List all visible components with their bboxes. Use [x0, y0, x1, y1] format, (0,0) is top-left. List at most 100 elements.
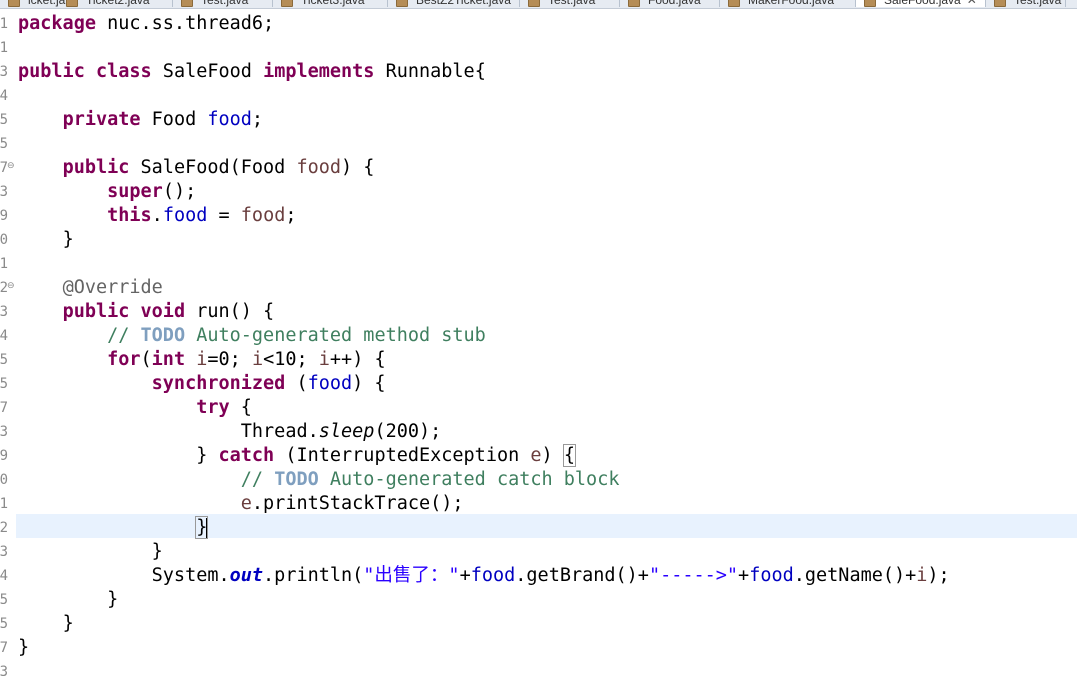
code-line-23[interactable]: }: [18, 540, 163, 564]
keyword: implements: [263, 61, 375, 82]
code-text: (: [285, 373, 308, 394]
java-file-icon: [628, 0, 640, 7]
local-var: i: [251, 349, 264, 370]
code-line-27[interactable]: }: [18, 636, 29, 660]
editor-tab[interactable]: BestZ2Ticket.java: [388, 0, 520, 7]
tab-label: SaleFood.java: [884, 0, 961, 7]
keyword: try: [196, 397, 230, 418]
line-number: 1: [0, 496, 8, 512]
code-text: ): [541, 445, 564, 466]
editor-tab[interactable]: SaleFood.java ✕: [856, 0, 986, 7]
code-text: System.: [151, 565, 230, 586]
code-line-9[interactable]: this.food = food;: [18, 204, 297, 228]
code-editor[interactable]: 1 1 3 4 5 5 7 3 9 0 1 2 3 4 5 5 7 3 9 0 1 2 3 4 5 5 7 3 ⊖ ⊖ package n…: [0, 0, 1077, 698]
code-line-18[interactable]: Thread.sleep(200);: [18, 420, 442, 444]
code-line-25[interactable]: }: [18, 588, 118, 612]
code-line-10[interactable]: }: [18, 228, 74, 252]
fold-toggle-icon[interactable]: ⊖: [7, 282, 15, 291]
keyword: public: [62, 157, 130, 178]
line-number: 3: [0, 304, 8, 320]
code-line-16[interactable]: synchronized (food) {: [18, 372, 386, 396]
editor-tab[interactable]: Ticket3.java: [273, 0, 388, 7]
editor-tab[interactable]: Ticket2.java: [58, 0, 173, 7]
line-number: 5: [0, 616, 8, 632]
code-line-1[interactable]: package nuc.ss.thread6;: [18, 12, 274, 36]
code-text: .: [151, 205, 163, 226]
code-text: (InterruptedException: [274, 445, 531, 466]
field: food: [307, 373, 353, 394]
keyword: catch: [218, 445, 275, 466]
line-number: 5: [0, 112, 8, 128]
code-line-22[interactable]: }: [18, 516, 209, 540]
code-text: ;: [285, 205, 297, 226]
annotation: @Override: [62, 277, 163, 298]
field: food: [207, 109, 252, 130]
parameter: food: [240, 205, 286, 226]
line-number: 1: [0, 40, 8, 56]
code-line-7[interactable]: public SaleFood(Food food) {: [18, 156, 375, 180]
line-number: 3: [0, 424, 8, 440]
java-file-icon: [728, 0, 740, 7]
editor-tab-bar: icket.java Ticket2.java Test.java Ticket3.j…: [0, 0, 1077, 9]
keyword: this: [107, 205, 152, 226]
field: food: [470, 565, 516, 586]
code-line-14[interactable]: // TODO Auto-generated method stub: [18, 324, 486, 348]
code-line-19[interactable]: } catch (InterruptedException e) {: [18, 444, 576, 468]
close-icon[interactable]: ✕: [967, 0, 977, 7]
code-text: .printStackTrace();: [251, 493, 464, 514]
java-file-icon: [281, 0, 293, 7]
code-text: nuc.ss.thread6;: [95, 13, 275, 34]
editor-tab[interactable]: MakerFood.java: [720, 0, 856, 7]
line-number: 4: [0, 568, 8, 584]
code-text: <10;: [263, 349, 319, 370]
line-number: 5: [0, 352, 8, 368]
code-text: Food: [140, 109, 208, 130]
line-number: 2: [0, 520, 8, 536]
tab-label: Ticket2.java: [86, 0, 150, 7]
code-line-17[interactable]: try {: [18, 396, 252, 420]
line-number: 9: [0, 208, 8, 224]
code-line-13[interactable]: public void run() {: [18, 300, 275, 324]
java-file-icon: [864, 0, 876, 7]
code-line-15[interactable]: for(int i=0; i<10; i++) {: [18, 348, 386, 372]
fold-toggle-icon[interactable]: ⊖: [7, 162, 15, 171]
tab-label: MakerFood.java: [748, 0, 835, 7]
code-line-5[interactable]: private Food food;: [18, 108, 264, 132]
code-line-26[interactable]: }: [18, 612, 74, 636]
code-line-24[interactable]: System.out.println("出售了："+food.getBrand(…: [18, 564, 950, 588]
keyword: for: [107, 349, 141, 370]
line-number: 7: [0, 400, 8, 416]
editor-tab[interactable]: Test.java: [520, 0, 620, 7]
code-text: =0;: [207, 349, 252, 370]
code-text: ;: [251, 109, 264, 130]
code-text: ();: [162, 181, 197, 202]
code-text: (200);: [374, 421, 442, 442]
line-number: 0: [0, 232, 8, 248]
keyword: package: [18, 13, 96, 34]
code-text: .println(: [263, 565, 364, 586]
code-text: .getName()+: [793, 565, 917, 586]
comment: //: [107, 325, 141, 346]
text-cursor: [206, 518, 208, 538]
editor-tab[interactable]: Test.java: [173, 0, 273, 7]
code-line-8[interactable]: super();: [18, 180, 196, 204]
code-line-20[interactable]: // TODO Auto-generated catch block: [18, 468, 620, 492]
code-text: run() {: [185, 301, 275, 322]
string-literal: "----->": [648, 565, 739, 586]
editor-tab[interactable]: Food.java: [620, 0, 720, 7]
line-number: 9: [0, 448, 8, 464]
comment: Auto-generated method stub: [185, 325, 486, 346]
tab-label: Food.java: [648, 0, 701, 7]
editor-tab[interactable]: icket.java: [0, 0, 78, 7]
editor-tab[interactable]: Test.java: [986, 0, 1066, 7]
code-text: }: [62, 229, 74, 250]
java-file-icon: [181, 0, 193, 7]
code-line-12[interactable]: @Override: [18, 276, 163, 300]
line-number: 3: [0, 544, 8, 560]
code-text: (: [140, 349, 152, 370]
code-line-3[interactable]: public class SaleFood implements Runnabl…: [18, 60, 486, 84]
code-line-21[interactable]: e.printStackTrace();: [18, 492, 464, 516]
tab-label: Test.java: [201, 0, 249, 7]
local-var: i: [318, 349, 330, 370]
keyword: void: [140, 301, 186, 322]
